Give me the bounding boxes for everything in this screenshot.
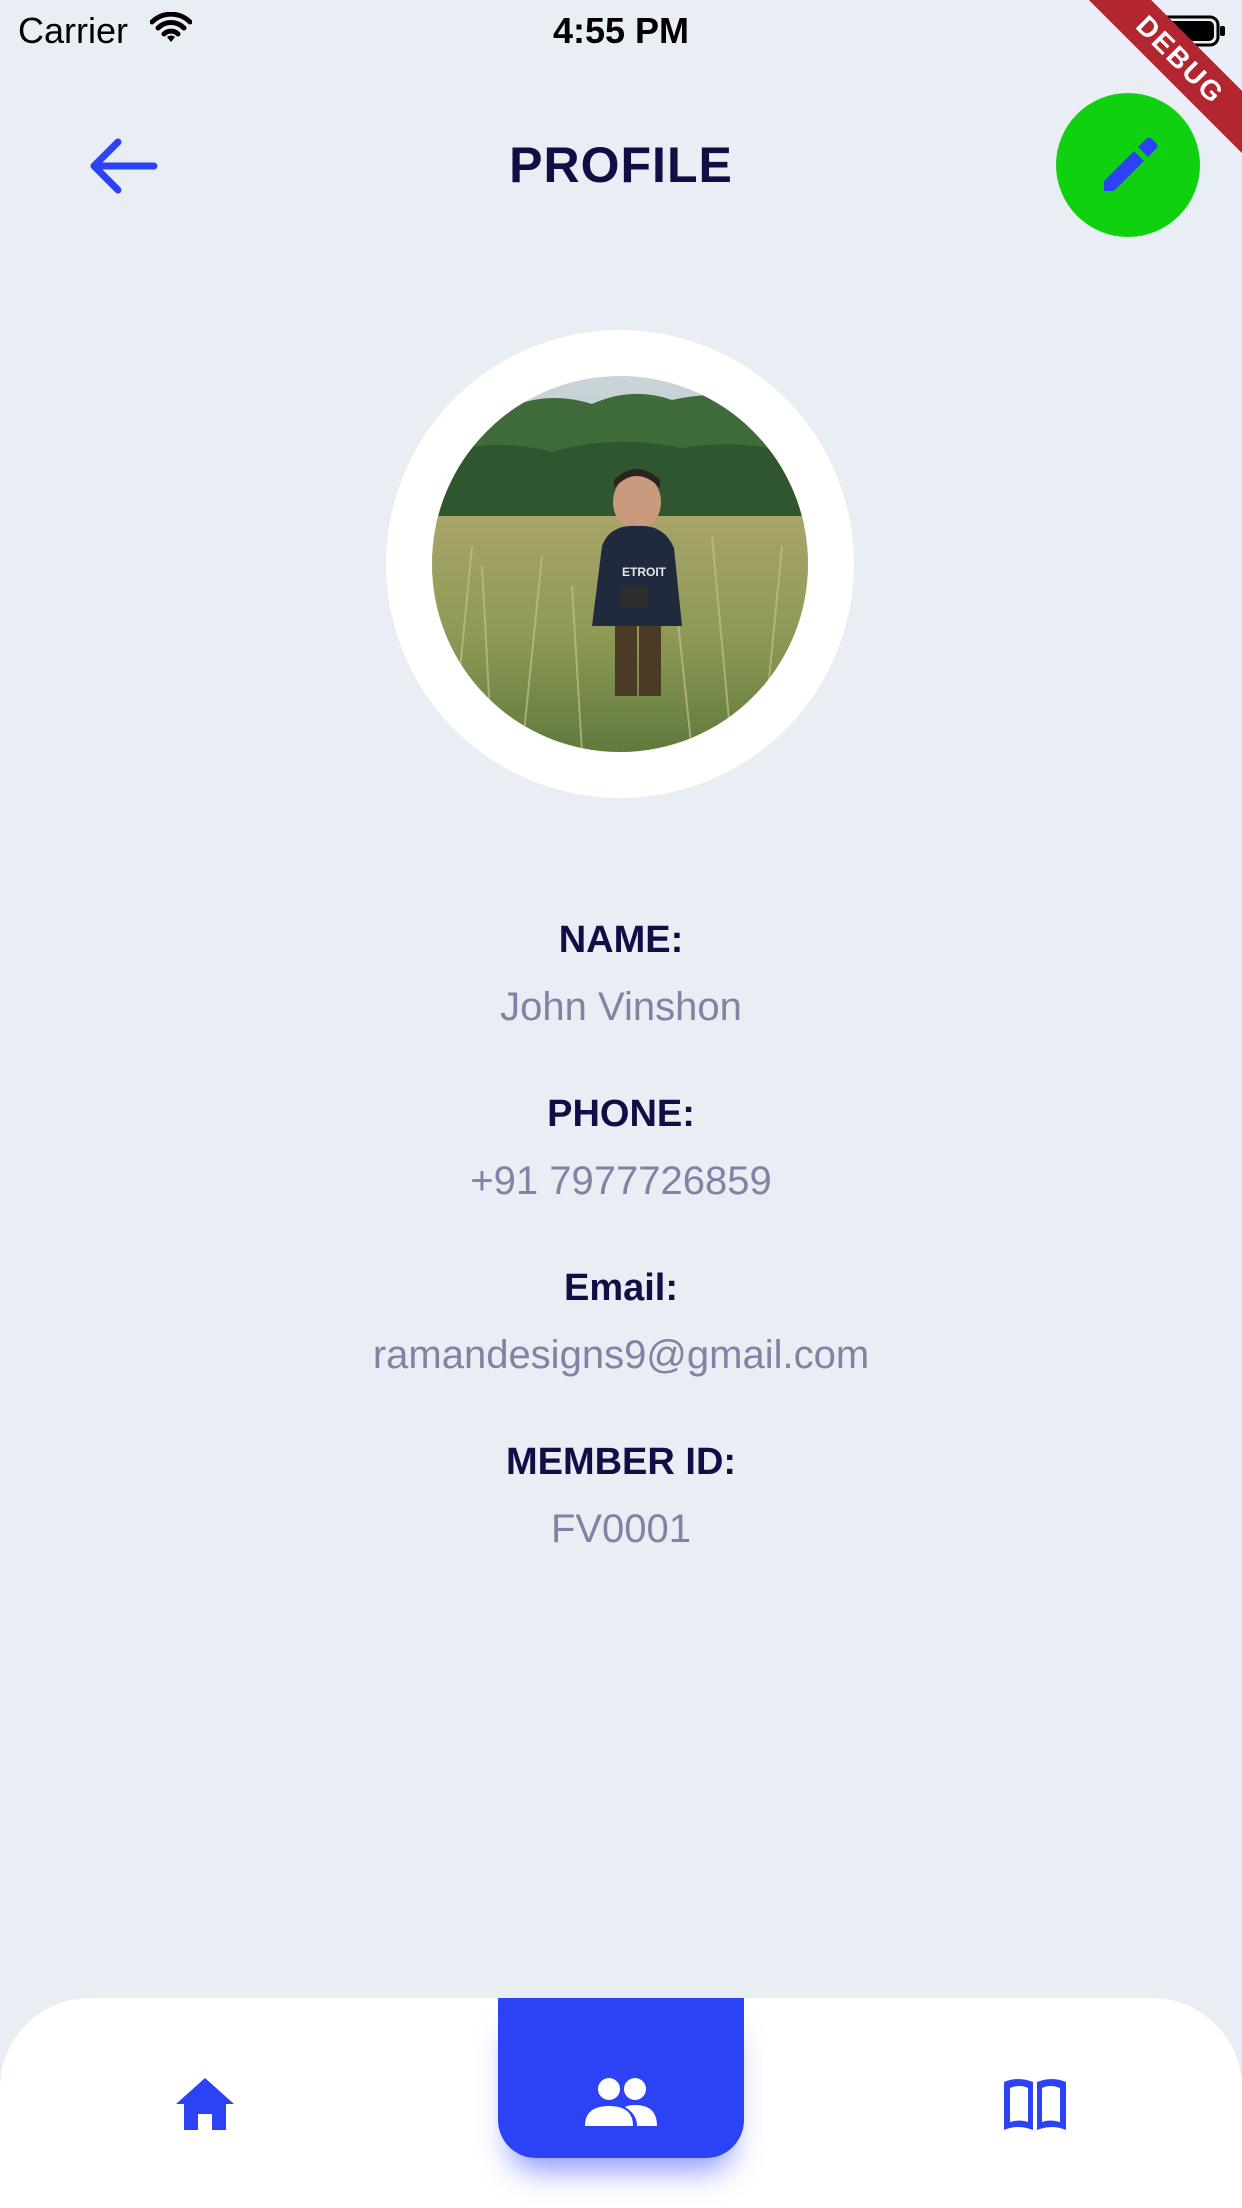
phone-label: PHONE: [547, 1093, 695, 1135]
svg-text:ETROIT: ETROIT [622, 565, 667, 579]
nav-book-tab[interactable] [980, 1998, 1090, 2158]
status-time: 4:55 PM [552, 10, 690, 51]
email-value: ramandesigns9@gmail.com [372, 1333, 870, 1377]
phone-value: +91 7977726859 [470, 1159, 772, 1203]
book-icon [1004, 2079, 1066, 2130]
home-icon [176, 2078, 234, 2130]
name-value: John Vinshon [500, 985, 742, 1029]
email-field: Email: ramandesigns9@gmail.com [0, 1263, 1242, 1381]
profile-photo: ETROIT [432, 376, 808, 752]
status-bar: Carrier 4:55 PM [0, 0, 1242, 62]
member-id-value: FV0001 [550, 1507, 692, 1551]
phone-field: PHONE: +91 7977726859 [0, 1089, 1242, 1207]
email-label: Email: [563, 1267, 679, 1309]
edit-profile-button[interactable] [1056, 93, 1200, 237]
name-label: NAME: [558, 919, 684, 961]
avatar-frame: ETROIT [386, 330, 854, 798]
avatar: ETROIT [432, 376, 808, 752]
people-icon [585, 2078, 657, 2126]
profile-screen: Carrier 4:55 PM DEBUG PROFILE ETROIT NAM… [0, 0, 1242, 2208]
bottom-nav [0, 1998, 1242, 2208]
name-field: NAME: John Vinshon [0, 915, 1242, 1033]
member-id-field: MEMBER ID: FV0001 [0, 1437, 1242, 1555]
nav-home-tab[interactable] [150, 1998, 260, 2158]
pencil-icon [1104, 137, 1158, 191]
member-id-label: MEMBER ID: [505, 1441, 737, 1483]
nav-people-tab[interactable] [498, 1998, 744, 2158]
